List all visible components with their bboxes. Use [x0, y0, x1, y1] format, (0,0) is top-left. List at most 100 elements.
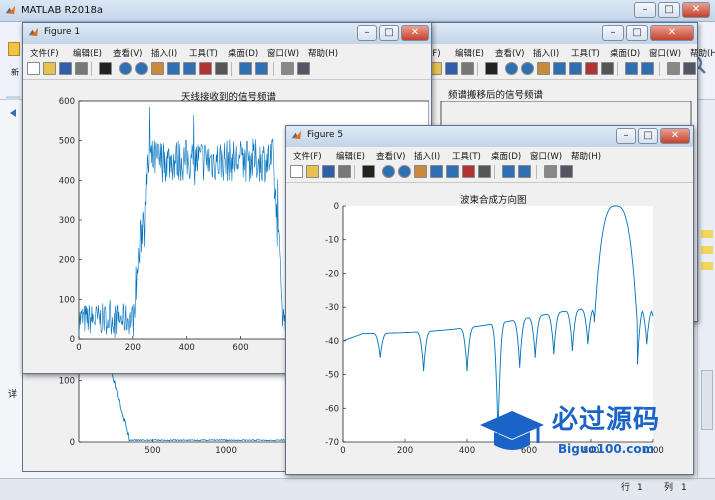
watermark-brand: 必过源码 — [552, 405, 661, 435]
menu-item[interactable]: 帮助(H) — [571, 150, 601, 162]
hide-plot-tools-icon[interactable] — [544, 165, 557, 178]
legend-icon[interactable] — [641, 62, 654, 75]
data-cursor-icon[interactable] — [446, 165, 459, 178]
status-col-value: 1 — [681, 483, 687, 493]
show-plot-tools-icon[interactable] — [560, 165, 573, 178]
minimize-button[interactable]: – — [616, 128, 636, 144]
menu-item[interactable]: 文件(F) — [30, 47, 59, 59]
menu-item[interactable]: 插入(I) — [414, 150, 440, 162]
brush-icon[interactable] — [585, 62, 598, 75]
brush-icon[interactable] — [462, 165, 475, 178]
back-arrow-icon[interactable] — [8, 108, 18, 118]
menu-item[interactable]: 桌面(D) — [491, 150, 521, 162]
menu-item[interactable]: 编辑(E) — [455, 47, 484, 59]
x-tick-label: 400 — [459, 446, 475, 456]
maximize-button[interactable]: □ — [626, 25, 648, 41]
colorbar-icon[interactable] — [502, 165, 515, 178]
y-tick-label: -70 — [325, 438, 339, 448]
y-tick-label: 300 — [59, 216, 75, 226]
menu-item[interactable]: 插入(I) — [533, 47, 559, 59]
menu-item[interactable]: 桌面(D) — [610, 47, 640, 59]
pan-icon[interactable] — [537, 62, 550, 75]
new-figure-icon[interactable] — [27, 62, 40, 75]
zoom-in-icon[interactable] — [382, 165, 395, 178]
open-icon[interactable] — [306, 165, 319, 178]
scrollbar[interactable] — [701, 370, 713, 430]
menu-item[interactable]: 插入(I) — [151, 47, 177, 59]
show-plot-tools-icon[interactable] — [297, 62, 310, 75]
zoom-out-icon[interactable] — [521, 62, 534, 75]
menu-item[interactable]: 查看(V) — [495, 47, 524, 59]
maximize-button[interactable]: □ — [658, 2, 680, 18]
data-cursor-icon[interactable] — [183, 62, 196, 75]
close-button[interactable]: ✕ — [660, 128, 690, 144]
link-icon[interactable] — [478, 165, 491, 178]
minimize-button[interactable]: – — [634, 2, 656, 18]
menu-item[interactable]: 工具(T) — [452, 150, 481, 162]
zoom-out-icon[interactable] — [135, 62, 148, 75]
y-tick-label: 600 — [59, 97, 75, 107]
y-tick-label: 500 — [59, 137, 75, 147]
new-figure-icon[interactable] — [290, 165, 303, 178]
matlab-logo-icon — [291, 130, 302, 140]
close-button[interactable]: ✕ — [401, 25, 429, 41]
menu-item[interactable]: 查看(V) — [113, 47, 142, 59]
status-row-value: 1 — [637, 483, 643, 493]
pan-icon[interactable] — [151, 62, 164, 75]
y-tick-label: -40 — [325, 337, 339, 347]
minimize-button[interactable]: – — [357, 25, 377, 41]
figure-back-title-bar: – □ ✕ — [429, 23, 697, 44]
menu-item[interactable]: 窗口(W) — [267, 47, 299, 59]
save-icon[interactable] — [59, 62, 72, 75]
print-icon[interactable] — [338, 165, 351, 178]
zoom-out-icon[interactable] — [398, 165, 411, 178]
menu-item[interactable]: 编辑(E) — [73, 47, 102, 59]
maximize-button[interactable]: □ — [379, 25, 399, 41]
menu-item[interactable]: 窗口(W) — [530, 150, 562, 162]
legend-icon[interactable] — [518, 165, 531, 178]
save-icon[interactable] — [445, 62, 458, 75]
hide-plot-tools-icon[interactable] — [667, 62, 680, 75]
menu-item[interactable]: 编辑(E) — [336, 150, 365, 162]
pan-icon[interactable] — [414, 165, 427, 178]
menu-item[interactable]: 帮助(H) — [308, 47, 338, 59]
menu-item[interactable]: 工具(T) — [571, 47, 600, 59]
hide-plot-tools-icon[interactable] — [281, 62, 294, 75]
link-icon[interactable] — [215, 62, 228, 75]
open-icon[interactable] — [43, 62, 56, 75]
menu-item[interactable]: 桌面(D) — [228, 47, 258, 59]
close-button[interactable]: ✕ — [650, 25, 694, 41]
zoom-in-icon[interactable] — [505, 62, 518, 75]
legend-icon[interactable] — [255, 62, 268, 75]
figure1-title-bar: Figure 1 – □ ✕ — [23, 23, 431, 44]
menu-item[interactable]: 查看(V) — [376, 150, 405, 162]
link-icon[interactable] — [601, 62, 614, 75]
pointer-icon[interactable] — [485, 62, 498, 75]
colorbar-icon[interactable] — [239, 62, 252, 75]
menu-item[interactable]: 帮助(H) — [690, 47, 715, 59]
x-tick-label: 200 — [397, 446, 413, 456]
colorbar-icon[interactable] — [625, 62, 638, 75]
menu-item[interactable]: 窗口(W) — [649, 47, 681, 59]
print-icon[interactable] — [461, 62, 474, 75]
rotate-icon[interactable] — [167, 62, 180, 75]
figure-back-toolbar — [413, 59, 697, 80]
pointer-icon[interactable] — [362, 165, 375, 178]
new-script-icon[interactable] — [8, 42, 20, 56]
rotate-icon[interactable] — [553, 62, 566, 75]
maximize-button[interactable]: □ — [638, 128, 658, 144]
show-plot-tools-icon[interactable] — [683, 62, 696, 75]
zoom-in-icon[interactable] — [119, 62, 132, 75]
close-button[interactable]: ✕ — [682, 2, 710, 18]
data-cursor-icon[interactable] — [569, 62, 582, 75]
x-tick-label: 0 — [340, 446, 345, 456]
print-icon[interactable] — [75, 62, 88, 75]
save-icon[interactable] — [322, 165, 335, 178]
figure-bottom-window: 500100015000100 — [22, 360, 295, 472]
menu-item[interactable]: 文件(F) — [293, 150, 322, 162]
menu-item[interactable]: 工具(T) — [189, 47, 218, 59]
rotate-icon[interactable] — [430, 165, 443, 178]
pointer-icon[interactable] — [99, 62, 112, 75]
minimize-button[interactable]: – — [602, 25, 624, 41]
brush-icon[interactable] — [199, 62, 212, 75]
